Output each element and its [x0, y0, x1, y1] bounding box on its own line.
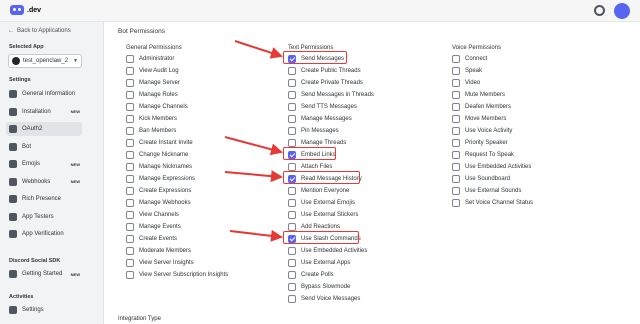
arrow-read-message-history — [224, 170, 283, 183]
arrow-use-slash-commands — [229, 229, 283, 242]
annotation-arrows — [224, 40, 283, 242]
arrow-send-messages — [234, 40, 283, 59]
arrow-embed-links — [224, 136, 283, 156]
